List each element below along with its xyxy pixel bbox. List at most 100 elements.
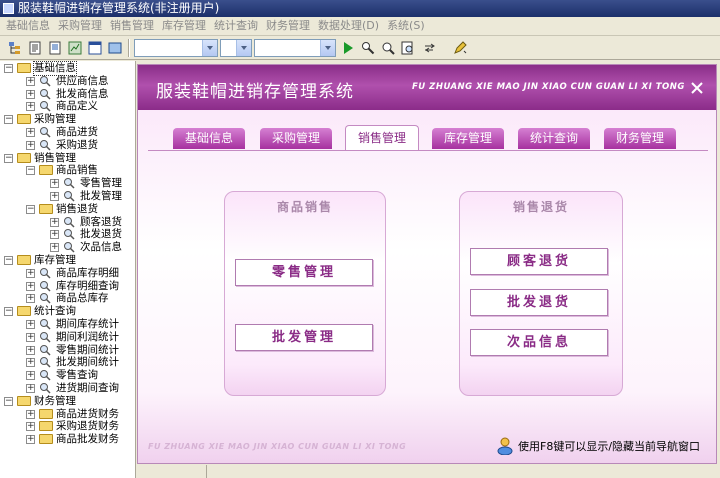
find-icon[interactable] xyxy=(359,39,377,57)
menu-statistics[interactable]: 统计查询 xyxy=(210,17,262,35)
close-button[interactable] xyxy=(688,79,706,97)
expand-icon[interactable]: + xyxy=(26,409,35,419)
expand-icon[interactable]: + xyxy=(26,345,35,355)
tab-basic-info[interactable]: 基础信息 xyxy=(173,128,245,149)
expand-icon[interactable]: + xyxy=(26,294,35,304)
expand-icon[interactable]: + xyxy=(50,179,59,189)
tree-item[interactable]: + 采购退货财务 xyxy=(0,420,135,433)
tree-item[interactable]: − 库存管理 xyxy=(0,254,135,267)
wholesale-return-button[interactable]: 批发退货 xyxy=(470,289,608,316)
tree-item[interactable]: + 商品进货 xyxy=(0,126,135,139)
tree-item[interactable]: + 零售管理 xyxy=(0,177,135,190)
expand-icon[interactable]: + xyxy=(50,243,59,253)
expand-icon[interactable]: + xyxy=(50,192,59,201)
chart-window-icon[interactable] xyxy=(66,39,84,57)
tab-purchase[interactable]: 采购管理 xyxy=(260,128,332,149)
tree-item[interactable]: + 供应商信息 xyxy=(0,75,135,88)
tree-item[interactable]: + 商品总库存 xyxy=(0,292,135,305)
pencil-dropdown-icon[interactable] xyxy=(451,39,469,57)
collapse-icon[interactable]: − xyxy=(4,115,13,125)
window-icon[interactable] xyxy=(86,39,104,57)
tree-item[interactable]: − 销售管理 xyxy=(0,152,135,165)
retail-management-button[interactable]: 零售管理 xyxy=(235,259,373,286)
navigation-tree[interactable]: − 基础信息 + 供应商信息 + 批发商信息 + 商品定义 − 采购管理 + 商品进货 + 采购退货 − 销售… xyxy=(0,61,136,478)
menu-purchase[interactable]: 采购管理 xyxy=(54,17,106,35)
tree-item[interactable]: + 批发商信息 xyxy=(0,88,135,101)
toolbar-select-1[interactable] xyxy=(134,39,218,57)
tree-item[interactable]: + 商品批发财务 xyxy=(0,433,135,446)
wholesale-management-button[interactable]: 批发管理 xyxy=(235,324,373,351)
tree-item[interactable]: − 基础信息 xyxy=(0,61,135,76)
tree-item[interactable]: + 采购退货 xyxy=(0,139,135,152)
document-icon[interactable] xyxy=(26,39,44,57)
tree-item[interactable]: + 零售查询 xyxy=(0,369,135,382)
tab-inventory[interactable]: 库存管理 xyxy=(432,128,504,149)
expand-icon[interactable]: + xyxy=(26,281,35,291)
tree-item[interactable]: + 批发退货 xyxy=(0,228,135,241)
expand-icon[interactable]: + xyxy=(26,358,35,368)
window-title-bar[interactable]: 服装鞋帽进销存管理系统(非注册用户) xyxy=(0,0,720,17)
tree-item[interactable]: − 财务管理 xyxy=(0,395,135,408)
expand-icon[interactable]: + xyxy=(26,128,35,137)
tree-item[interactable]: + 期间利润统计 xyxy=(0,331,135,344)
expand-icon[interactable]: + xyxy=(26,89,35,99)
expand-icon[interactable]: + xyxy=(26,332,35,342)
play-icon[interactable] xyxy=(339,39,357,57)
expand-icon[interactable]: + xyxy=(26,76,35,86)
collapse-icon[interactable]: − xyxy=(4,256,13,265)
collapse-icon[interactable]: − xyxy=(4,307,13,317)
find-next-icon[interactable] xyxy=(379,39,397,57)
menu-data[interactable]: 数据处理(D) xyxy=(314,17,383,35)
toolbar-select-3[interactable] xyxy=(254,39,336,57)
expand-icon[interactable]: + xyxy=(50,217,59,227)
tree-item[interactable]: + 批发管理 xyxy=(0,190,135,203)
collapse-icon[interactable]: − xyxy=(4,64,13,73)
expand-icon[interactable]: + xyxy=(26,140,35,150)
tab-sales[interactable]: 销售管理 xyxy=(345,125,419,151)
tree-item[interactable]: − 销售退货 xyxy=(0,203,135,216)
preview-icon[interactable] xyxy=(399,39,417,57)
tree-view-icon[interactable] xyxy=(6,39,24,57)
tree-item[interactable]: − 采购管理 xyxy=(0,113,135,126)
tree-item[interactable]: + 商品库存明细 xyxy=(0,267,135,280)
expand-icon[interactable]: + xyxy=(50,230,59,240)
collapse-icon[interactable]: − xyxy=(26,204,35,214)
defective-info-button[interactable]: 次品信息 xyxy=(470,329,608,356)
refresh-icon[interactable] xyxy=(421,39,439,57)
expand-icon[interactable]: + xyxy=(26,435,35,445)
tree-item[interactable]: + 库存明细查询 xyxy=(0,280,135,293)
tab-finance[interactable]: 财务管理 xyxy=(604,128,676,149)
tree-item[interactable]: + 商品进货财务 xyxy=(0,408,135,421)
tree-item[interactable]: + 次品信息 xyxy=(0,241,135,254)
tree-item[interactable]: + 商品定义 xyxy=(0,100,135,113)
tree-item[interactable]: + 批发期间统计 xyxy=(0,356,135,369)
toolbar-select-2[interactable] xyxy=(220,39,252,57)
expand-icon[interactable]: + xyxy=(26,384,35,393)
menu-finance[interactable]: 财务管理 xyxy=(262,17,314,35)
menu-basic-info[interactable]: 基础信息 xyxy=(2,17,54,35)
chevron-down-icon[interactable] xyxy=(320,40,335,56)
tree-item[interactable]: + 期间库存统计 xyxy=(0,318,135,331)
tree-item[interactable]: − 商品销售 xyxy=(0,164,135,177)
chevron-down-icon[interactable] xyxy=(236,40,251,56)
expand-icon[interactable]: + xyxy=(26,102,35,112)
menu-system[interactable]: 系统(S) xyxy=(383,17,429,35)
collapse-icon[interactable]: − xyxy=(4,396,13,406)
tree-item[interactable]: − 统计查询 xyxy=(0,305,135,318)
collapse-icon[interactable]: − xyxy=(4,153,13,163)
list-document-icon[interactable] xyxy=(46,39,64,57)
expand-icon[interactable]: + xyxy=(26,320,35,329)
menu-sales[interactable]: 销售管理 xyxy=(106,17,158,35)
customer-return-button[interactable]: 顾客退货 xyxy=(470,248,608,275)
collapse-icon[interactable]: − xyxy=(26,166,35,176)
expand-icon[interactable]: + xyxy=(26,422,35,432)
panel-icon[interactable] xyxy=(106,39,124,57)
tree-item[interactable]: + 零售期间统计 xyxy=(0,344,135,357)
menu-inventory[interactable]: 库存管理 xyxy=(158,17,210,35)
expand-icon[interactable]: + xyxy=(26,371,35,381)
tab-statistics[interactable]: 统计查询 xyxy=(518,128,590,149)
expand-icon[interactable]: + xyxy=(26,268,35,278)
tree-item[interactable]: + 顾客退货 xyxy=(0,216,135,229)
tree-item[interactable]: + 进货期间查询 xyxy=(0,382,135,395)
chevron-down-icon[interactable] xyxy=(202,40,217,56)
